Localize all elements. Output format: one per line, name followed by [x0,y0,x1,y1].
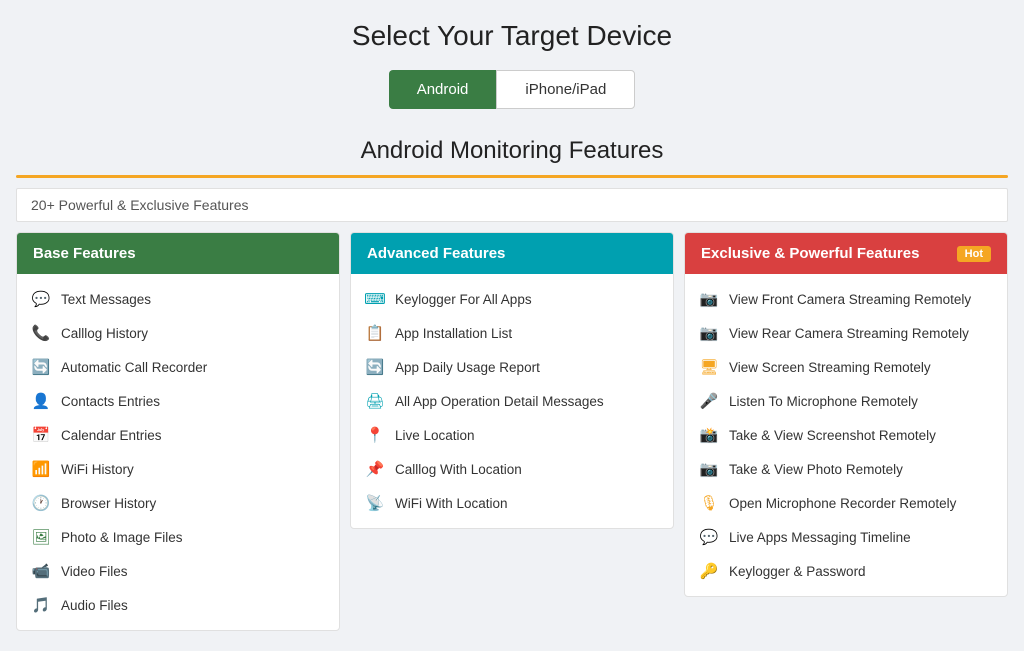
feature-icon: ⌨ [365,289,385,309]
feature-label: Live Apps Messaging Timeline [729,530,911,545]
feature-icon: 📹 [31,561,51,581]
list-item[interactable]: 🎵 Audio Files [17,588,339,622]
list-item[interactable]: 🎤 Listen To Microphone Remotely [685,384,1007,418]
iphone-button[interactable]: iPhone/iPad [496,70,635,109]
feature-label: Audio Files [61,598,128,613]
list-item[interactable]: 📍 Live Location [351,418,673,452]
list-item[interactable]: 📷 View Front Camera Streaming Remotely [685,282,1007,316]
feature-label: Take & View Photo Remotely [729,462,903,477]
feature-icon: 📌 [365,459,385,479]
feature-label: View Front Camera Streaming Remotely [729,292,971,307]
base-features-body: 💬 Text Messages 📞 Calllog History 🔄 Automatic… [17,274,339,630]
advanced-features-column: Advanced Features ⌨ Keylogger For All App… [350,232,674,529]
feature-label: WiFi History [61,462,134,477]
feature-icon: 🖥 [699,357,719,377]
list-item[interactable]: 📋 App Installation List [351,316,673,350]
feature-icon: 🔄 [365,357,385,377]
feature-label: All App Operation Detail Messages [395,394,604,409]
list-item[interactable]: 📶 WiFi History [17,452,339,486]
exclusive-features-title: Exclusive & Powerful Features [701,245,919,262]
feature-icon: 📶 [31,459,51,479]
list-item[interactable]: 📡 WiFi With Location [351,486,673,520]
list-item[interactable]: 📞 Calllog History [17,316,339,350]
exclusive-features-body: 📷 View Front Camera Streaming Remotely 📷 Vi… [685,274,1007,596]
feature-label: WiFi With Location [395,496,508,511]
section-title: Android Monitoring Features [16,137,1008,165]
base-features-header: Base Features [17,233,339,274]
feature-icon: 📋 [365,323,385,343]
feature-icon: 🖨 [365,391,385,411]
list-item[interactable]: 📷 Take & View Photo Remotely [685,452,1007,486]
feature-label: Automatic Call Recorder [61,360,207,375]
feature-label: Keylogger & Password [729,564,866,579]
feature-label: View Screen Streaming Remotely [729,360,931,375]
list-item[interactable]: 📸 Take & View Screenshot Remotely [685,418,1007,452]
feature-icon: 💬 [31,289,51,309]
feature-label: App Daily Usage Report [395,360,540,375]
page-title: Select Your Target Device [16,20,1008,52]
feature-icon: 📷 [699,289,719,309]
feature-icon: 📷 [699,459,719,479]
features-label: 20+ Powerful & Exclusive Features [16,188,1008,222]
feature-label: Calendar Entries [61,428,162,443]
list-item[interactable]: 🖼 Photo & Image Files [17,520,339,554]
list-item[interactable]: 📷 View Rear Camera Streaming Remotely [685,316,1007,350]
device-button-group: Android iPhone/iPad [16,70,1008,109]
list-item[interactable]: 🖨 All App Operation Detail Messages [351,384,673,418]
list-item[interactable]: 🕐 Browser History [17,486,339,520]
feature-icon: 📍 [365,425,385,445]
feature-icon: 🎵 [31,595,51,615]
feature-label: Calllog History [61,326,148,341]
base-features-title: Base Features [33,245,136,262]
list-item[interactable]: 🎙 Open Microphone Recorder Remotely [685,486,1007,520]
exclusive-features-column: Exclusive & Powerful Features Hot 📷 View … [684,232,1008,597]
android-button[interactable]: Android [389,70,497,109]
feature-icon: 🖼 [31,527,51,547]
section-underline [16,175,1008,178]
feature-icon: 📡 [365,493,385,513]
hot-badge: Hot [957,246,991,262]
feature-label: View Rear Camera Streaming Remotely [729,326,969,341]
list-item[interactable]: 🔄 Automatic Call Recorder [17,350,339,384]
feature-icon: 📞 [31,323,51,343]
feature-icon: 👤 [31,391,51,411]
feature-icon: 🎙 [699,493,719,513]
list-item[interactable]: ⌨ Keylogger For All Apps [351,282,673,316]
list-item[interactable]: 📅 Calendar Entries [17,418,339,452]
feature-label: Keylogger For All Apps [395,292,532,307]
list-item[interactable]: 💬 Text Messages [17,282,339,316]
feature-label: Browser History [61,496,156,511]
feature-label: Live Location [395,428,475,443]
list-item[interactable]: 📌 Calllog With Location [351,452,673,486]
feature-icon: 🔑 [699,561,719,581]
base-features-column: Base Features 💬 Text Messages 📞 Calllog His… [16,232,340,631]
feature-icon: 🎤 [699,391,719,411]
feature-icon: 📸 [699,425,719,445]
list-item[interactable]: 👤 Contacts Entries [17,384,339,418]
advanced-features-title: Advanced Features [367,245,505,262]
list-item[interactable]: 📹 Video Files [17,554,339,588]
feature-label: Calllog With Location [395,462,522,477]
feature-icon: 📷 [699,323,719,343]
feature-label: Video Files [61,564,128,579]
feature-icon: 💬 [699,527,719,547]
exclusive-features-header: Exclusive & Powerful Features Hot [685,233,1007,274]
advanced-features-header: Advanced Features [351,233,673,274]
feature-label: App Installation List [395,326,512,341]
feature-icon: 📅 [31,425,51,445]
list-item[interactable]: 🔑 Keylogger & Password [685,554,1007,588]
feature-icon: 🕐 [31,493,51,513]
feature-label: Photo & Image Files [61,530,183,545]
list-item[interactable]: 🔄 App Daily Usage Report [351,350,673,384]
list-item[interactable]: 🖥 View Screen Streaming Remotely [685,350,1007,384]
feature-label: Text Messages [61,292,151,307]
list-item[interactable]: 💬 Live Apps Messaging Timeline [685,520,1007,554]
feature-label: Take & View Screenshot Remotely [729,428,936,443]
feature-icon: 🔄 [31,357,51,377]
advanced-features-body: ⌨ Keylogger For All Apps 📋 App Installation… [351,274,673,528]
features-columns: Base Features 💬 Text Messages 📞 Calllog His… [16,232,1008,631]
feature-label: Listen To Microphone Remotely [729,394,918,409]
feature-label: Contacts Entries [61,394,160,409]
feature-label: Open Microphone Recorder Remotely [729,496,956,511]
